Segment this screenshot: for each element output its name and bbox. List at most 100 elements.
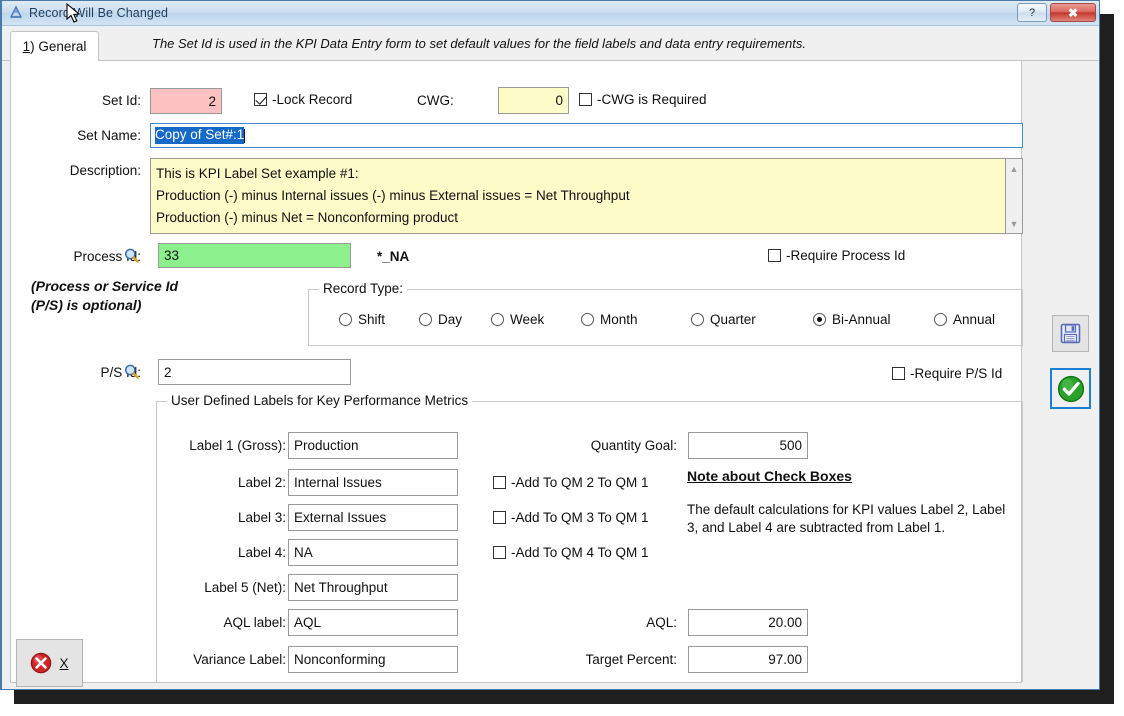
record-type-group: Record Type: Shift Day Week Month Quarte… [308,281,1023,346]
add-qm4-check-box [493,546,506,559]
confirm-button[interactable] [1050,368,1091,409]
target-percent-input[interactable] [688,646,808,673]
mouse-cursor [66,3,81,23]
label3-input[interactable] [288,504,458,531]
radio-day-dot [419,313,432,326]
require-ps-id-checkbox[interactable]: -Require P/S Id [892,366,1002,381]
scroll-down-icon[interactable]: ▼ [1006,215,1022,232]
radio-annual[interactable]: Annual [934,312,995,327]
set-id-label: Set Id: [101,93,141,108]
radio-shift[interactable]: Shift [339,312,385,327]
ps-id-input[interactable] [158,359,351,385]
user-labels-group: User Defined Labels for Key Performance … [156,393,1023,682]
ps-id-search-icon[interactable] [123,363,140,380]
cancel-button-label: X [59,655,69,671]
record-type-group-title: Record Type: [319,281,408,296]
require-process-id-checkbox[interactable]: -Require Process Id [768,248,905,263]
quantity-goal-input[interactable] [688,432,808,459]
help-button[interactable]: ? [1017,3,1047,22]
close-window-button[interactable]: ✖ [1050,3,1096,22]
window-title: Record Will Be Changed [29,6,169,20]
tab-strip: 1) General The Set Id is used in the KPI… [2,26,1099,61]
label2-caption: Label 2: [237,475,286,490]
tab-general[interactable]: 1) General [10,31,99,61]
cwg-required-checkbox[interactable]: -CWG is Required [579,92,707,107]
radio-shift-label: Shift [358,312,386,327]
lock-record-label: -Lock Record [272,92,353,107]
cwg-required-label: -CWG is Required [597,92,707,107]
set-id-input[interactable] [150,88,222,114]
radio-week-label: Week [510,312,545,327]
set-name-value: Copy of Set#:1 [155,127,245,144]
aql-label-caption: AQL label: [223,615,286,630]
radio-quarter-dot [691,313,704,326]
set-name-input[interactable]: Copy of Set#:1 [150,123,1023,148]
radio-bi-annual-dot [813,313,826,326]
red-x-circle-icon [31,652,52,674]
radio-bi-annual[interactable]: Bi-Annual [813,312,891,327]
add-qm2-checkbox[interactable]: -Add To QM 2 To QM 1 [493,475,649,490]
set-name-label: Set Name: [77,128,141,143]
require-process-id-check-box [768,249,781,262]
label5-caption: Label 5 (Net): [204,580,286,595]
radio-week-dot [491,313,504,326]
radio-week[interactable]: Week [491,312,544,327]
radio-annual-dot [934,313,947,326]
radio-month[interactable]: Month [581,312,638,327]
description-textarea[interactable]: This is KPI Label Set example #1: Produc… [150,158,1023,234]
action-rail [1042,63,1098,679]
checkbox-note-heading: Note about Check Boxes [687,468,852,484]
floppy-disk-icon [1060,323,1081,344]
radio-day[interactable]: Day [419,312,462,327]
label1-caption: Label 1 (Gross): [189,438,286,453]
radio-shift-dot [339,313,352,326]
target-percent-caption: Target Percent: [585,652,677,667]
cwg-input[interactable] [498,87,569,114]
aql-value-caption: AQL: [646,615,677,630]
cancel-button[interactable]: X [16,639,83,687]
label1-input[interactable] [288,432,458,459]
process-id-suffix: *_NA [377,249,410,264]
form-panel: Set Id: -Lock Record CWG: -CWG is Requir… [10,61,1023,683]
radio-month-dot [581,313,594,326]
aql-value-input[interactable] [688,609,808,636]
radio-month-label: Month [600,312,638,327]
cwg-label: CWG: [417,93,454,108]
scroll-up-icon[interactable]: ▲ [1006,160,1022,177]
description-label: Description: [69,163,141,178]
label2-input[interactable] [288,469,458,496]
quantity-goal-caption: Quantity Goal: [590,438,677,453]
checkbox-note-body: The default calculations for KPI values … [687,502,1006,535]
window-controls: ? ✖ [1017,3,1096,22]
aql-label-input[interactable] [288,609,458,636]
save-button[interactable] [1052,315,1089,352]
description-scrollbar[interactable]: ▲ ▼ [1005,159,1022,233]
add-qm2-label: -Add To QM 2 To QM 1 [511,475,649,490]
lock-record-check-box [254,93,267,106]
add-qm2-check-box [493,476,506,489]
lock-record-checkbox[interactable]: -Lock Record [254,92,352,107]
add-qm3-check-box [493,511,506,524]
radio-quarter[interactable]: Quarter [691,312,756,327]
radio-annual-label: Annual [953,312,996,327]
radio-day-label: Day [438,312,463,327]
variance-label-input[interactable] [288,646,458,673]
process-id-search-icon[interactable] [123,247,140,264]
add-qm3-checkbox[interactable]: -Add To QM 3 To QM 1 [493,510,649,525]
add-qm4-label: -Add To QM 4 To QM 1 [511,545,649,560]
user-labels-group-title: User Defined Labels for Key Performance … [167,393,473,408]
header-hint-text: The Set Id is used in the KPI Data Entry… [152,36,806,51]
add-qm4-checkbox[interactable]: -Add To QM 4 To QM 1 [493,545,649,560]
label4-input[interactable] [288,539,458,566]
require-process-id-label: -Require Process Id [786,248,906,263]
process-id-note: (Process or Service Id (P/S) is optional… [31,278,179,313]
label5-input[interactable] [288,574,458,601]
radio-bi-annual-label: Bi-Annual [832,312,891,327]
process-id-input[interactable] [158,243,351,268]
mountain-icon [9,5,23,18]
tab-general-label: ) General [30,39,87,54]
cwg-required-check-box [579,93,592,106]
radio-quarter-label: Quarter [710,312,756,327]
label3-caption: Label 3: [237,510,286,525]
require-ps-id-label: -Require P/S Id [910,366,1003,381]
